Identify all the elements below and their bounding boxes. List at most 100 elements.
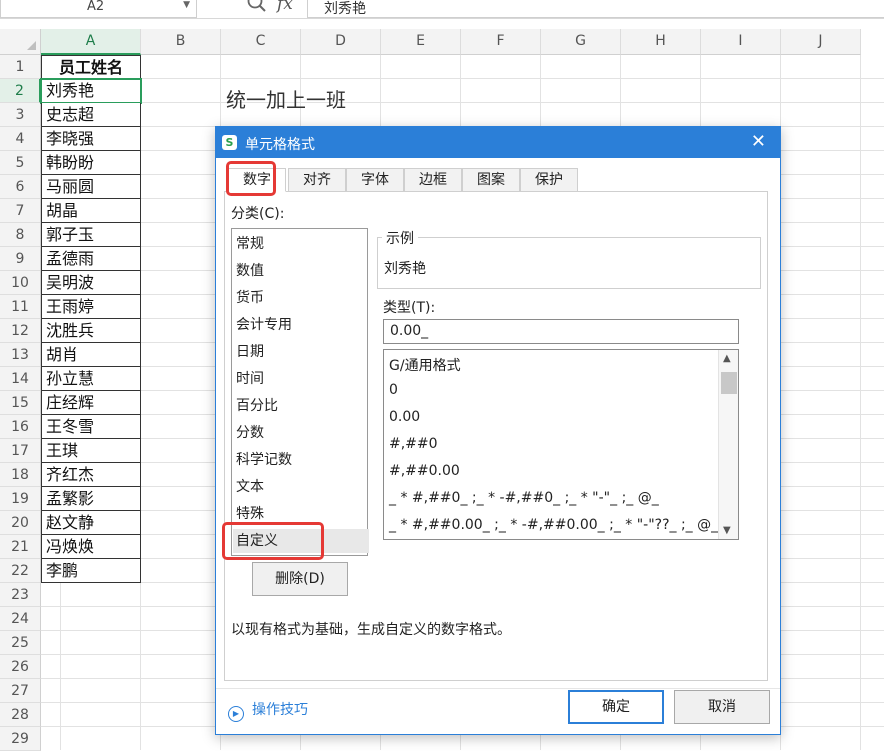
tab-2[interactable]: 字体 bbox=[346, 168, 404, 192]
name-cell[interactable]: 韩盼盼 bbox=[41, 151, 141, 175]
column-header-e[interactable]: E bbox=[381, 29, 461, 55]
row-header-29[interactable]: 29 bbox=[0, 727, 41, 751]
name-cell[interactable]: 马丽圆 bbox=[41, 175, 141, 199]
row-header-15[interactable]: 15 bbox=[0, 391, 41, 415]
name-cell[interactable]: 李晓强 bbox=[41, 127, 141, 151]
column-header-f[interactable]: F bbox=[461, 29, 541, 55]
row-header-26[interactable]: 26 bbox=[0, 655, 41, 679]
type-input[interactable]: 0.00_ bbox=[383, 319, 739, 344]
cell-c2-text[interactable]: 统一加上一班 bbox=[226, 84, 346, 113]
row-header-28[interactable]: 28 bbox=[0, 703, 41, 727]
name-cell[interactable]: 吴明波 bbox=[41, 271, 141, 295]
row-header-18[interactable]: 18 bbox=[0, 463, 41, 487]
column-header-a[interactable]: A bbox=[41, 29, 141, 55]
row-header-12[interactable]: 12 bbox=[0, 319, 41, 343]
name-cell[interactable]: 郭子玉 bbox=[41, 223, 141, 247]
row-header-2[interactable]: 2 bbox=[0, 79, 41, 103]
type-item[interactable]: 0.00 bbox=[389, 409, 420, 425]
category-item[interactable]: 货币 bbox=[236, 286, 264, 310]
row-header-4[interactable]: 4 bbox=[0, 127, 41, 151]
name-cell[interactable]: 史志超 bbox=[41, 103, 141, 127]
name-cell[interactable]: 王雨婷 bbox=[41, 295, 141, 319]
row-header-23[interactable]: 23 bbox=[0, 583, 41, 607]
ok-button[interactable]: 确定 bbox=[568, 690, 664, 724]
formula-input[interactable]: 刘秀艳 bbox=[307, 0, 884, 18]
column-header-b[interactable]: B bbox=[141, 29, 221, 55]
tab-4[interactable]: 图案 bbox=[462, 168, 520, 192]
name-cell[interactable]: 孟繁影 bbox=[41, 487, 141, 511]
row-header-13[interactable]: 13 bbox=[0, 343, 41, 367]
zoom-icon[interactable] bbox=[246, 0, 268, 14]
name-cell[interactable]: 胡晶 bbox=[41, 199, 141, 223]
category-item[interactable]: 百分比 bbox=[236, 394, 278, 418]
row-header-9[interactable]: 9 bbox=[0, 247, 41, 271]
category-item[interactable]: 自定义 bbox=[233, 529, 369, 553]
type-list[interactable]: G/通用格式 0 0.00 #,##0 #,##0.00 _ * #,##0_ ;_ * … bbox=[383, 349, 739, 540]
scroll-thumb[interactable] bbox=[721, 372, 737, 394]
tab-3[interactable]: 边框 bbox=[404, 168, 462, 192]
row-header-17[interactable]: 17 bbox=[0, 439, 41, 463]
row-header-6[interactable]: 6 bbox=[0, 175, 41, 199]
scroll-down-icon[interactable]: ▼ bbox=[723, 525, 731, 536]
cancel-button[interactable]: 取消 bbox=[674, 690, 770, 724]
category-item[interactable]: 时间 bbox=[236, 367, 264, 391]
type-item[interactable]: #,##0.00 bbox=[389, 463, 460, 479]
name-cell[interactable]: 刘秀艳 bbox=[40, 78, 142, 104]
category-item[interactable]: 特殊 bbox=[236, 502, 264, 526]
type-item[interactable]: _ * #,##0.00_ ;_ * -#,##0.00_ ;_ * "-"??… bbox=[389, 517, 718, 533]
category-item[interactable]: 科学记数 bbox=[236, 448, 292, 472]
row-header-3[interactable]: 3 bbox=[0, 103, 41, 127]
name-cell[interactable]: 冯焕焕 bbox=[41, 535, 141, 559]
type-item[interactable]: #,##0 bbox=[389, 436, 438, 452]
name-cell[interactable]: 李鹏 bbox=[41, 559, 141, 583]
name-cell[interactable]: 沈胜兵 bbox=[41, 319, 141, 343]
type-item[interactable]: G/通用格式 bbox=[389, 355, 461, 375]
type-list-scrollbar[interactable]: ▲ ▼ bbox=[718, 350, 738, 539]
tab-1[interactable]: 对齐 bbox=[288, 168, 346, 192]
name-box[interactable]: A2 ▼ bbox=[0, 0, 197, 18]
row-header-1[interactable]: 1 bbox=[0, 55, 41, 79]
category-item[interactable]: 文本 bbox=[236, 475, 264, 499]
row-header-10[interactable]: 10 bbox=[0, 271, 41, 295]
row-header-22[interactable]: 22 bbox=[0, 559, 41, 583]
name-cell[interactable]: 庄经辉 bbox=[41, 391, 141, 415]
column-header-h[interactable]: H bbox=[621, 29, 701, 55]
row-header-27[interactable]: 27 bbox=[0, 679, 41, 703]
row-header-11[interactable]: 11 bbox=[0, 295, 41, 319]
name-cell[interactable]: 赵文静 bbox=[41, 511, 141, 535]
category-item[interactable]: 数值 bbox=[236, 259, 264, 283]
row-header-24[interactable]: 24 bbox=[0, 607, 41, 631]
close-icon[interactable]: ✕ bbox=[751, 131, 766, 152]
name-cell[interactable]: 孟德雨 bbox=[41, 247, 141, 271]
row-header-7[interactable]: 7 bbox=[0, 199, 41, 223]
row-header-16[interactable]: 16 bbox=[0, 415, 41, 439]
fx-icon[interactable]: fx bbox=[277, 0, 293, 14]
name-cell[interactable]: 齐红杰 bbox=[41, 463, 141, 487]
row-header-8[interactable]: 8 bbox=[0, 223, 41, 247]
category-item[interactable]: 常规 bbox=[236, 232, 264, 256]
category-list[interactable]: 常规数值货币会计专用日期时间百分比分数科学记数文本特殊自定义 bbox=[231, 228, 369, 556]
column-header-i[interactable]: I bbox=[701, 29, 781, 55]
row-header-20[interactable]: 20 bbox=[0, 511, 41, 535]
category-item[interactable]: 会计专用 bbox=[236, 313, 292, 337]
delete-button[interactable]: 删除(D) bbox=[252, 562, 348, 596]
name-cell[interactable]: 王冬雪 bbox=[41, 415, 141, 439]
dialog-titlebar[interactable]: S 单元格格式 ✕ bbox=[216, 127, 780, 158]
row-header-19[interactable]: 19 bbox=[0, 487, 41, 511]
cell-a1-header[interactable]: 员工姓名 bbox=[41, 55, 141, 79]
column-header-d[interactable]: D bbox=[301, 29, 381, 55]
type-item[interactable]: 0 bbox=[389, 382, 398, 398]
tab-5[interactable]: 保护 bbox=[520, 168, 578, 192]
name-cell[interactable]: 胡肖 bbox=[41, 343, 141, 367]
column-header-j[interactable]: J bbox=[781, 29, 861, 55]
select-all-corner[interactable] bbox=[0, 29, 41, 55]
tab-0[interactable]: 数字 bbox=[228, 168, 286, 192]
chevron-down-icon[interactable]: ▼ bbox=[183, 0, 190, 10]
name-cell[interactable]: 孙立慧 bbox=[41, 367, 141, 391]
category-item[interactable]: 日期 bbox=[236, 340, 264, 364]
row-header-25[interactable]: 25 bbox=[0, 631, 41, 655]
name-cell[interactable]: 王琪 bbox=[41, 439, 141, 463]
category-item[interactable]: 分数 bbox=[236, 421, 264, 445]
type-item[interactable]: _ * #,##0_ ;_ * -#,##0_ ;_ * "-"_ ;_ @_ bbox=[389, 490, 659, 506]
row-header-21[interactable]: 21 bbox=[0, 535, 41, 559]
